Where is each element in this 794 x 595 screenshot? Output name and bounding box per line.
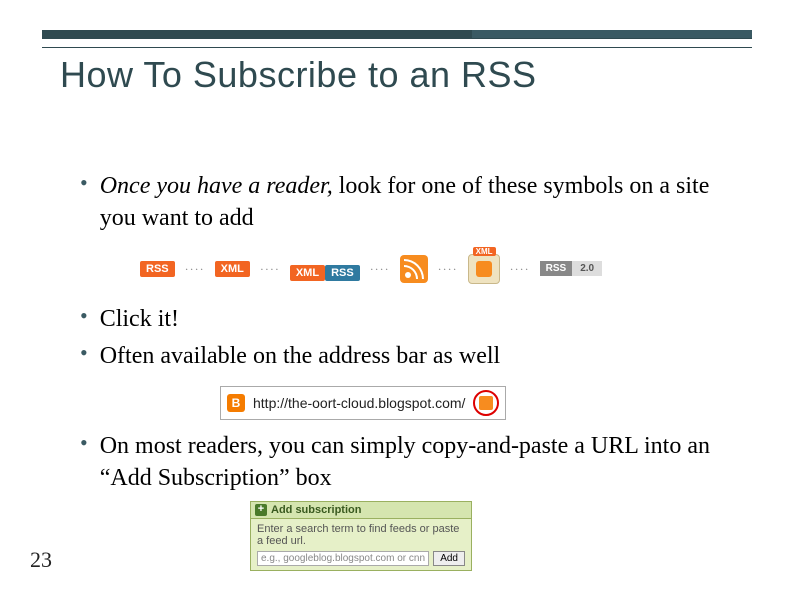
separator-dots: ···· bbox=[185, 261, 205, 277]
rss-2-0-badge: RSS 2.0 bbox=[540, 261, 602, 276]
plus-icon: + bbox=[255, 504, 267, 516]
bullet-dot: • bbox=[80, 303, 88, 329]
add-subscription-widget: + Add subscription Enter a search term t… bbox=[250, 501, 472, 571]
add-subscription-input[interactable] bbox=[257, 551, 429, 566]
bullet-dot: • bbox=[80, 430, 88, 456]
bullet-4: • On most readers, you can simply copy-a… bbox=[80, 430, 734, 495]
separator-dots: ···· bbox=[510, 261, 530, 277]
rss-badge: RSS bbox=[140, 261, 175, 277]
xml-rss-combo: XMLRSS bbox=[290, 253, 360, 285]
blogger-icon bbox=[227, 394, 245, 412]
address-bar[interactable]: http://the-oort-cloud.blogspot.com/ bbox=[220, 386, 506, 420]
bullet-1: • Once you have a reader, look for one o… bbox=[80, 170, 734, 235]
xml-badge-2: XML bbox=[290, 265, 325, 281]
add-subscription-body: Enter a search term to find feeds or pas… bbox=[251, 519, 471, 570]
rss-badge-row: RSS ···· XML ···· XMLRSS ···· ···· XML ·… bbox=[140, 253, 734, 285]
slide-title: How To Subscribe to an RSS bbox=[60, 54, 537, 96]
add-subscription-hint: Enter a search term to find feeds or pas… bbox=[257, 523, 465, 547]
rss-cup-icon: XML bbox=[468, 254, 500, 284]
bullet-3-text: Often available on the address bar as we… bbox=[100, 340, 734, 372]
xml-badge-1: XML bbox=[215, 261, 250, 277]
rss-2-0-left: RSS bbox=[540, 261, 573, 276]
bullet-2-text: Click it! bbox=[100, 303, 734, 335]
add-subscription-header[interactable]: + Add subscription bbox=[251, 502, 471, 519]
slide-body: • Once you have a reader, look for one o… bbox=[80, 170, 734, 571]
bullet-dot: • bbox=[80, 340, 88, 366]
address-bar-url: http://the-oort-cloud.blogspot.com/ bbox=[253, 395, 465, 411]
rss-2-0-right: 2.0 bbox=[572, 261, 602, 276]
add-subscription-button[interactable]: Add bbox=[433, 551, 465, 566]
page-number: 23 bbox=[30, 547, 52, 573]
rss-mini-icon bbox=[479, 396, 493, 410]
add-subscription-title: Add subscription bbox=[271, 504, 361, 516]
address-bar-feed-icon[interactable] bbox=[473, 390, 499, 416]
bullet-1-em: Once you have a reader, bbox=[100, 173, 333, 199]
separator-dots: ···· bbox=[260, 261, 280, 277]
cup-xml-label: XML bbox=[473, 247, 496, 256]
bullet-dot: • bbox=[80, 170, 88, 196]
slide: How To Subscribe to an RSS • Once you ha… bbox=[0, 0, 794, 595]
rule-accent bbox=[472, 30, 752, 38]
bullet-3: • Often available on the address bar as … bbox=[80, 340, 734, 372]
bullet-2: • Click it! bbox=[80, 303, 734, 335]
separator-dots: ···· bbox=[438, 261, 458, 277]
bullet-1-text: Once you have a reader, look for one of … bbox=[100, 170, 734, 235]
rule-bottom bbox=[42, 38, 752, 48]
bullet-4-text: On most readers, you can simply copy-and… bbox=[100, 430, 734, 495]
rss-feed-icon bbox=[400, 255, 428, 283]
separator-dots: ···· bbox=[370, 261, 390, 277]
title-rules bbox=[42, 30, 752, 48]
rss-badge-teal: RSS bbox=[325, 265, 360, 281]
rule-top bbox=[42, 30, 752, 38]
